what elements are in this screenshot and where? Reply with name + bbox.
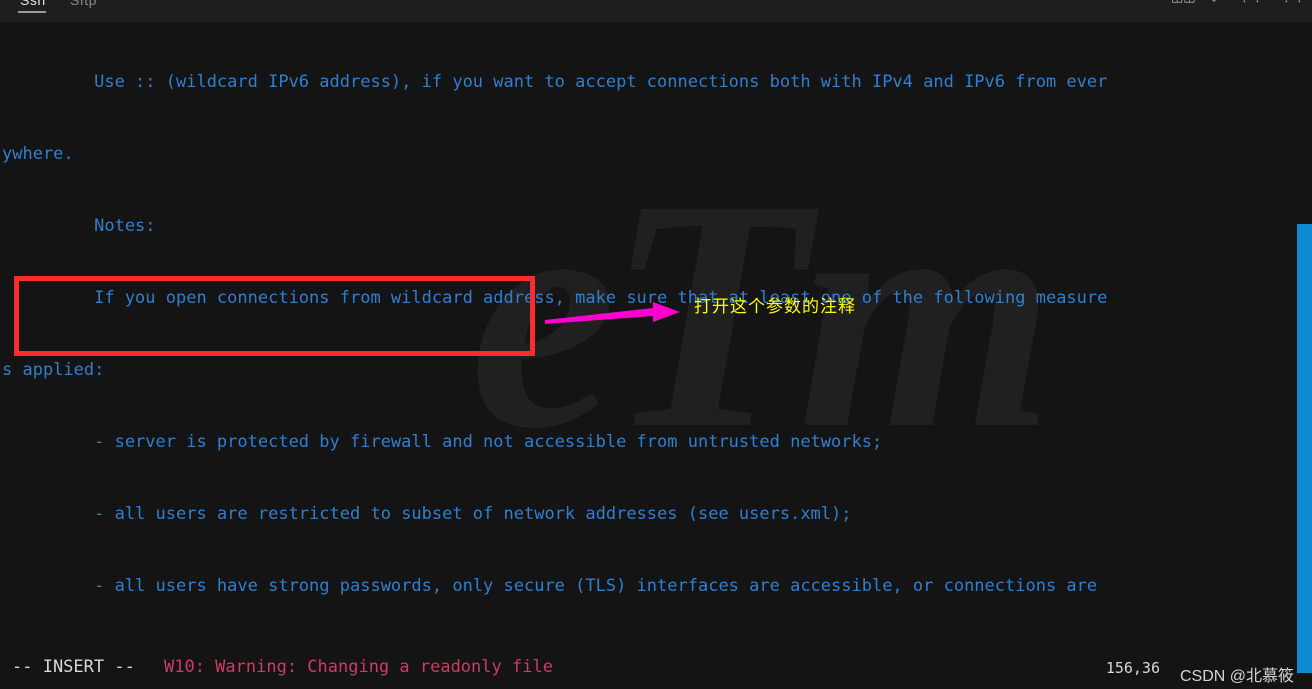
line-text: Notes: bbox=[2, 216, 156, 236]
terminal-window: eTm Ssh Sftp ◱◲ ⤢ ⋮⋮ ⋮⋮ Use :: (wildcard… bbox=[0, 0, 1312, 689]
status-warning: W10: Warning: Changing a readonly file bbox=[164, 657, 553, 677]
scrollbar-track[interactable] bbox=[1297, 22, 1312, 689]
csdn-watermark: CSDN @北慕筱 bbox=[1179, 668, 1294, 685]
line-text: - server is protected by firewall and no… bbox=[2, 432, 883, 452]
terminal-line: Use :: (wildcard IPv6 address), if you w… bbox=[0, 70, 1312, 94]
terminal-line: - all users are restricted to subset of … bbox=[0, 502, 1312, 526]
minimize-icon[interactable]: ⤢ bbox=[1212, 0, 1222, 5]
scrollbar-thumb-bottom[interactable] bbox=[1297, 647, 1312, 673]
line-text: ywhere. bbox=[2, 144, 74, 164]
restore-icon[interactable]: ⋮⋮ bbox=[1238, 0, 1264, 5]
line-text: If you open connections from wildcard ad… bbox=[2, 288, 1108, 308]
tab-sftp[interactable]: Sftp bbox=[70, 0, 97, 8]
terminal-line: ywhere. bbox=[0, 142, 1312, 166]
tab-active-indicator bbox=[18, 11, 46, 13]
window-controls: ◱◲ ⤢ ⋮⋮ ⋮⋮ bbox=[1171, 0, 1306, 5]
annotation-note-text: 打开这个参数的注释 bbox=[694, 297, 856, 317]
tab-ssh[interactable]: Ssh bbox=[20, 0, 46, 8]
status-mode: -- INSERT -- bbox=[12, 657, 135, 677]
cursor-position: 156,36 bbox=[1105, 659, 1160, 677]
terminal-line: If you open connections from wildcard ad… bbox=[0, 286, 1312, 310]
scrollbar-thumb[interactable] bbox=[1297, 224, 1312, 689]
expand-icon[interactable]: ◱◲ bbox=[1171, 0, 1196, 5]
status-bar: -- INSERT -- W10: Warning: Changing a re… bbox=[0, 647, 1312, 689]
terminal-text-area[interactable]: Use :: (wildcard IPv6 address), if you w… bbox=[0, 22, 1312, 668]
tab-bar: Ssh Sftp ◱◲ ⤢ ⋮⋮ ⋮⋮ bbox=[0, 0, 1312, 22]
line-text: - all users have strong passwords, only … bbox=[2, 576, 1098, 596]
terminal-line: - server is protected by firewall and no… bbox=[0, 430, 1312, 454]
line-text: s applied: bbox=[2, 360, 105, 380]
terminal-line: s applied: bbox=[0, 358, 1312, 382]
line-text: Use :: (wildcard IPv6 address), if you w… bbox=[2, 72, 1108, 92]
line-text: - all users are restricted to subset of … bbox=[2, 504, 852, 524]
more-icon[interactable]: ⋮⋮ bbox=[1280, 0, 1306, 5]
terminal-line: Notes: bbox=[0, 214, 1312, 238]
terminal-line: - all users have strong passwords, only … bbox=[0, 574, 1312, 598]
